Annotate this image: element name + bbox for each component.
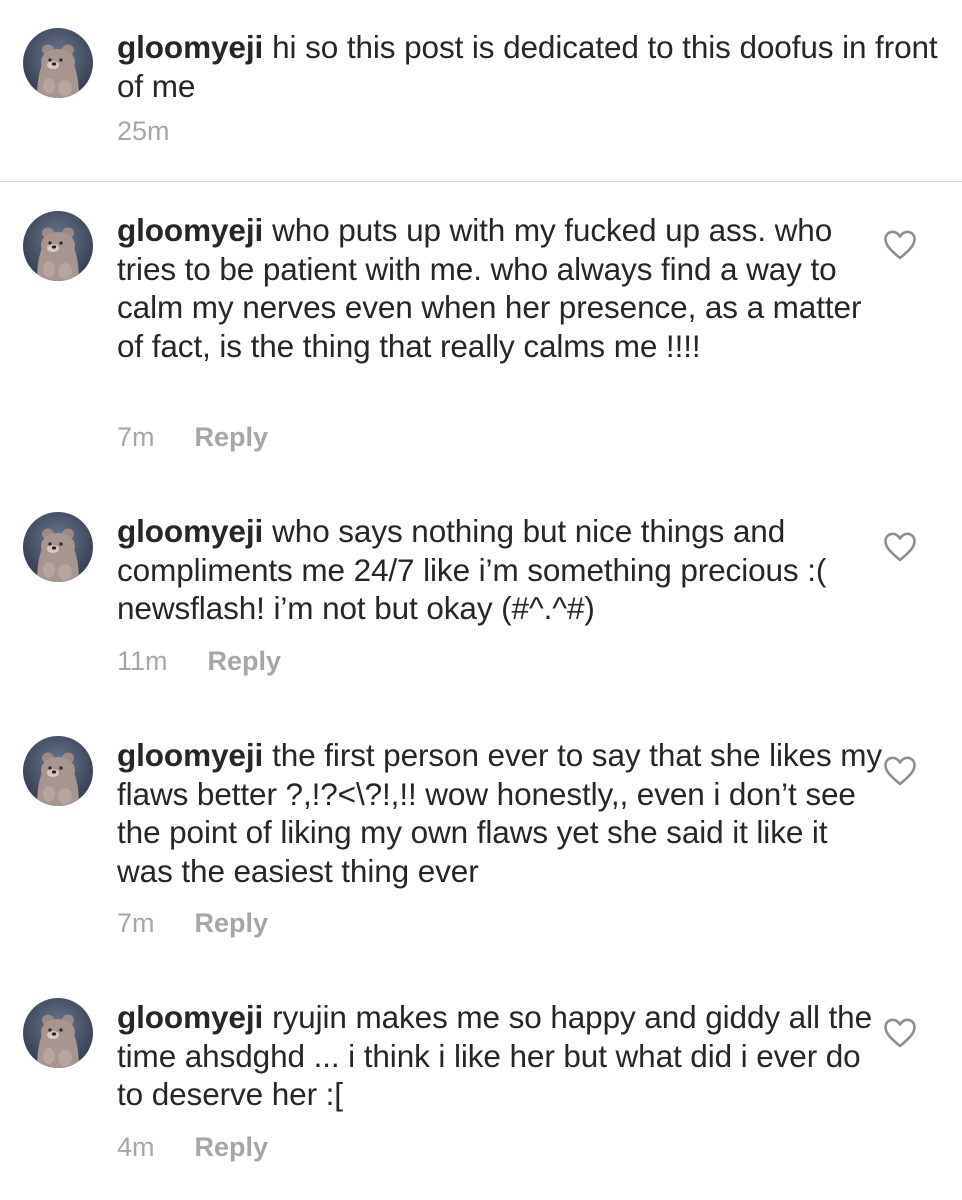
heart-outline-icon[interactable] <box>883 755 917 787</box>
comment-text: gloomyeji ryujin makes me so happy and gi… <box>117 998 887 1114</box>
comment-text: gloomyeji the first person ever to say th… <box>117 736 887 890</box>
avatar[interactable] <box>23 28 93 98</box>
caption-text: gloomyeji hi so this post is dedicated to… <box>117 28 947 105</box>
timestamp: 4m <box>117 1132 155 1162</box>
username[interactable]: gloomyeji <box>117 737 263 773</box>
bear-avatar-icon <box>23 736 93 806</box>
heart-outline-icon[interactable] <box>883 229 917 261</box>
avatar[interactable] <box>23 512 93 582</box>
caption-meta: 25m <box>117 116 170 147</box>
bear-avatar-icon <box>23 512 93 582</box>
comment-meta: 11m Reply <box>117 646 281 677</box>
comment-text: gloomyeji who puts up with my fucked up a… <box>117 211 887 365</box>
username[interactable]: gloomyeji <box>117 999 263 1035</box>
bear-avatar-icon <box>23 28 93 98</box>
username[interactable]: gloomyeji <box>117 29 263 65</box>
bear-avatar-icon <box>23 211 93 281</box>
username[interactable]: gloomyeji <box>117 212 263 248</box>
heart-outline-icon[interactable] <box>883 531 917 563</box>
timestamp: 7m <box>117 422 155 452</box>
avatar[interactable] <box>23 211 93 281</box>
avatar[interactable] <box>23 736 93 806</box>
divider <box>0 181 962 182</box>
reply-button[interactable]: Reply <box>195 908 269 938</box>
timestamp: 25m <box>117 116 170 146</box>
bear-avatar-icon <box>23 998 93 1068</box>
comment-meta: 4m Reply <box>117 1132 268 1163</box>
reply-button[interactable]: Reply <box>195 1132 269 1162</box>
comment-meta: 7m Reply <box>117 422 268 453</box>
avatar[interactable] <box>23 998 93 1068</box>
reply-button[interactable]: Reply <box>195 422 269 452</box>
timestamp: 7m <box>117 908 155 938</box>
timestamp: 11m <box>117 646 168 676</box>
username[interactable]: gloomyeji <box>117 513 263 549</box>
comment-meta: 7m Reply <box>117 908 268 939</box>
heart-outline-icon[interactable] <box>883 1017 917 1049</box>
reply-button[interactable]: Reply <box>208 646 282 676</box>
comment-text: gloomyeji who says nothing but nice thing… <box>117 512 887 628</box>
